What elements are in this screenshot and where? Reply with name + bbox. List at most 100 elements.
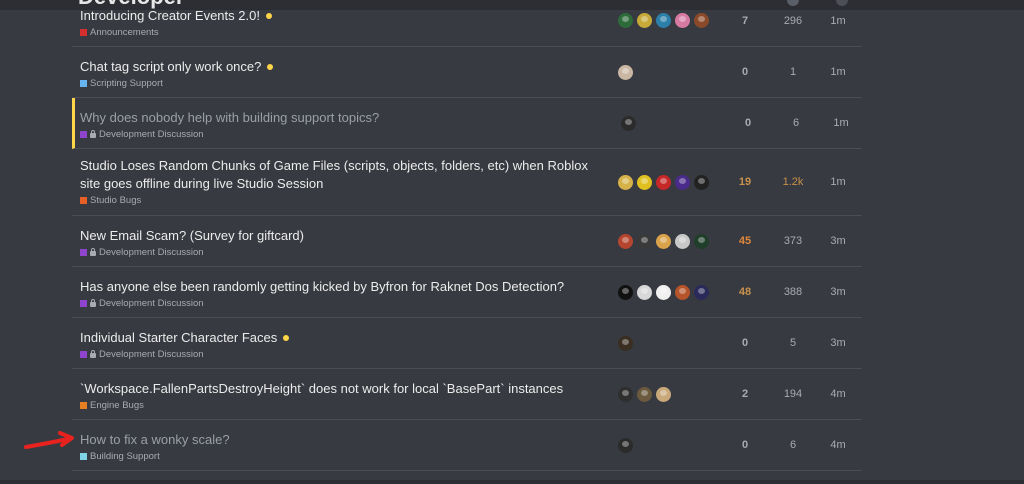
category-color-swatch (80, 29, 87, 36)
topic-row[interactable]: Why does nobody help with building suppo… (72, 98, 862, 149)
reply-count: 2 (741, 388, 749, 400)
lock-icon (90, 299, 96, 307)
posters (618, 64, 728, 82)
activity-time[interactable]: 3m (818, 286, 858, 298)
reply-count: 45 (738, 235, 752, 247)
activity-time[interactable]: 4m (818, 439, 858, 451)
topic-row[interactable]: New Email Scam? (Survey for giftcard) De… (72, 216, 862, 267)
topic-row[interactable]: Has anyone else been randomly getting ki… (72, 267, 862, 318)
category-label: Development Discussion (99, 349, 204, 360)
category-label: Scripting Support (90, 78, 163, 89)
reply-count: 0 (741, 66, 749, 78)
poster-avatar[interactable] (694, 285, 709, 301)
category-color-swatch (80, 453, 87, 460)
bottom-bar (0, 480, 1024, 484)
poster-avatar[interactable] (694, 175, 709, 191)
topic-category[interactable]: Scripting Support (80, 78, 605, 90)
topic-row[interactable]: Individual Starter Character Faces Devel… (72, 318, 862, 369)
reply-count: 48 (738, 286, 752, 298)
activity-time[interactable]: 1m (821, 117, 861, 129)
poster-avatar[interactable] (618, 175, 633, 191)
topic-category[interactable]: Studio Bugs (80, 195, 605, 207)
topic-title[interactable]: Chat tag script only work once? (80, 59, 261, 74)
activity-time[interactable]: 4m (818, 388, 858, 400)
topic-category[interactable]: Development Discussion (80, 129, 605, 141)
new-topic-dot (283, 334, 290, 341)
topic-category[interactable]: Development Discussion (80, 298, 605, 310)
category-color-swatch (80, 402, 87, 409)
topic-title[interactable]: Introducing Creator Events 2.0! (80, 8, 260, 23)
activity-time[interactable]: 3m (818, 337, 858, 349)
poster-avatar[interactable] (618, 387, 633, 403)
topic-title[interactable]: Why does nobody help with building suppo… (80, 110, 379, 125)
poster-avatar[interactable] (675, 234, 690, 250)
poster-avatar[interactable] (618, 336, 633, 352)
posters (618, 335, 728, 353)
topic-category[interactable]: Development Discussion (80, 349, 605, 361)
topic-row[interactable]: How to fix a wonky scale? Building Suppo… (72, 420, 862, 471)
poster-avatar[interactable] (675, 175, 690, 191)
activity-time[interactable]: 1m (818, 176, 858, 188)
topic-category[interactable]: Building Support (80, 451, 605, 463)
topic-title[interactable]: Studio Loses Random Chunks of Game Files… (80, 158, 588, 191)
poster-avatar[interactable] (618, 285, 633, 301)
new-topic-dot (265, 12, 272, 19)
poster-avatar[interactable] (637, 234, 652, 250)
lock-icon (90, 248, 96, 256)
poster-avatar[interactable] (637, 175, 652, 191)
reply-count: 0 (744, 117, 752, 129)
view-count: 388 (783, 286, 803, 298)
poster-avatar[interactable] (637, 285, 652, 301)
poster-avatar[interactable] (618, 234, 633, 250)
view-count: 1.2k (782, 176, 804, 188)
reply-count: 0 (741, 439, 749, 451)
poster-avatar[interactable] (656, 13, 671, 29)
reply-count: 0 (741, 337, 749, 349)
poster-avatar[interactable] (656, 387, 671, 403)
topic-title[interactable]: Has anyone else been randomly getting ki… (80, 279, 564, 294)
poster-avatar[interactable] (618, 65, 633, 81)
poster-avatar[interactable] (637, 387, 652, 403)
poster-avatar[interactable] (656, 285, 671, 301)
topic-row[interactable]: `Workspace.FallenPartsDestroyHeight` doe… (72, 369, 862, 420)
poster-avatar[interactable] (637, 13, 652, 29)
activity-time[interactable]: 1m (818, 66, 858, 78)
posters (621, 115, 731, 133)
poster-avatar[interactable] (656, 234, 671, 250)
poster-avatar[interactable] (694, 13, 709, 29)
posters (618, 174, 728, 192)
category-label: Development Discussion (99, 247, 204, 258)
poster-avatar[interactable] (675, 13, 690, 29)
poster-avatar[interactable] (618, 13, 633, 29)
reply-count: 19 (738, 176, 752, 188)
view-count: 6 (792, 117, 800, 129)
category-label: Announcements (90, 27, 159, 38)
view-count: 6 (789, 439, 797, 451)
poster-avatar[interactable] (656, 175, 671, 191)
topic-category[interactable]: Development Discussion (80, 247, 605, 259)
category-label: Development Discussion (99, 129, 204, 140)
topic-row[interactable]: Introducing Creator Events 2.0! Announce… (72, 0, 862, 47)
category-color-swatch (80, 197, 87, 204)
topic-title[interactable]: `Workspace.FallenPartsDestroyHeight` doe… (80, 381, 563, 396)
activity-time[interactable]: 3m (818, 235, 858, 247)
poster-avatar[interactable] (618, 438, 633, 454)
topic-title[interactable]: New Email Scam? (Survey for giftcard) (80, 228, 304, 243)
topic-title[interactable]: Individual Starter Character Faces (80, 330, 277, 345)
annotation-arrow-icon (24, 431, 74, 449)
posters (618, 437, 728, 455)
topic-category[interactable]: Engine Bugs (80, 400, 605, 412)
topic-title[interactable]: How to fix a wonky scale? (80, 432, 230, 447)
posters (618, 386, 728, 404)
topic-category[interactable]: Announcements (80, 27, 605, 39)
poster-avatar[interactable] (675, 285, 690, 301)
view-count: 5 (789, 337, 797, 349)
category-label: Development Discussion (99, 298, 204, 309)
poster-avatar[interactable] (694, 234, 709, 250)
view-count: 373 (783, 235, 803, 247)
topic-row[interactable]: Chat tag script only work once? Scriptin… (72, 47, 862, 98)
poster-avatar[interactable] (621, 116, 636, 132)
topic-row[interactable]: Studio Loses Random Chunks of Game Files… (72, 149, 862, 216)
activity-time[interactable]: 1m (818, 15, 858, 27)
lock-icon (90, 130, 96, 138)
